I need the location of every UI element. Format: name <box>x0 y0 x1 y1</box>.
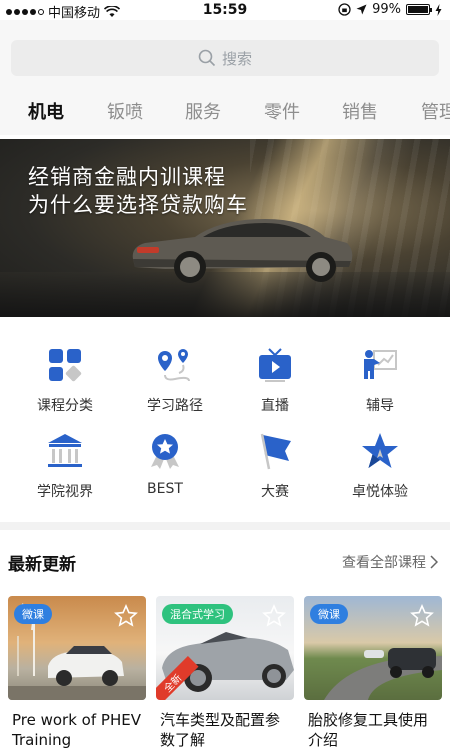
favorite-star-icon[interactable] <box>114 604 138 628</box>
location-icon <box>356 4 367 15</box>
search-bar[interactable]: 搜索 <box>11 40 439 76</box>
feature-label: 辅导 <box>366 398 394 414</box>
feature-competition[interactable]: 大赛 <box>220 431 330 501</box>
tv-icon <box>259 348 291 382</box>
chevron-right-icon <box>430 555 438 569</box>
feature-experience[interactable]: 卓悦体验 <box>325 431 435 501</box>
feature-label: 卓悦体验 <box>352 484 408 500</box>
view-all-courses-link[interactable]: 查看全部课程 <box>342 552 438 572</box>
course-thumbnail: 微课 <box>8 596 146 700</box>
course-thumbnail: 微课 <box>304 596 442 700</box>
course-title: 汽车类型及配置参数了解 <box>160 711 281 749</box>
feature-label: 大赛 <box>261 484 289 500</box>
status-right: 99% <box>338 2 442 17</box>
feature-academy-vision[interactable]: 学院视界 <box>10 431 120 501</box>
flag-icon <box>260 433 291 470</box>
status-bar: 中国移动 15:59 99% <box>0 0 450 21</box>
tab-bodywork[interactable]: 钣喷 <box>107 98 143 124</box>
tab-electromechanical[interactable]: 机电 <box>28 98 64 124</box>
course-type-badge: 微课 <box>14 604 52 624</box>
institute-icon <box>48 434 82 467</box>
feature-label: BEST <box>147 481 183 497</box>
route-icon <box>158 349 190 382</box>
search-placeholder: 搜索 <box>221 49 252 68</box>
tab-parts[interactable]: 零件 <box>264 98 300 124</box>
tab-sales[interactable]: 销售 <box>342 98 378 124</box>
course-type-badge: 混合式学习 <box>162 604 233 624</box>
course-card[interactable]: 微课 胎胶修复工具使用介绍 <box>304 596 442 750</box>
course-title: 胎胶修复工具使用介绍 <box>308 711 429 749</box>
favorite-star-icon[interactable] <box>262 604 286 628</box>
tab-service[interactable]: 服务 <box>185 98 221 124</box>
feature-label: 学习路径 <box>147 398 203 414</box>
course-card[interactable]: 微课 Pre work of PHEV Training <box>8 596 146 750</box>
battery-icon <box>406 4 432 15</box>
section-divider <box>0 522 450 530</box>
feature-label: 学院视界 <box>37 484 93 500</box>
feature-label: 课程分类 <box>37 398 93 414</box>
feature-live[interactable]: 直播 <box>220 345 330 415</box>
mentor-icon <box>364 350 397 379</box>
category-tabs: 机电 钣喷 服务 零件 销售 管理 <box>0 92 450 132</box>
banner-title-line2: 为什么要选择贷款购车 <box>28 193 248 217</box>
medal-icon <box>151 434 179 469</box>
view-all-label: 查看全部课程 <box>342 555 426 571</box>
charging-icon <box>435 3 442 16</box>
feature-coaching[interactable]: 辅导 <box>325 345 435 415</box>
feature-grid: 课程分类 学习路径 直播 辅导 学院视界 BEST 大赛 卓悦体验 <box>0 335 450 515</box>
feature-learning-path[interactable]: 学习路径 <box>120 345 230 415</box>
search-icon <box>198 49 216 67</box>
orientation-lock-icon <box>338 3 351 16</box>
grid-icon <box>49 349 82 382</box>
tab-management[interactable]: 管理 <box>421 98 450 124</box>
feature-course-categories[interactable]: 课程分类 <box>10 345 120 415</box>
course-thumbnail: 混合式学习 全新 <box>156 596 294 700</box>
banner-title-line1: 经销商金融内训课程 <box>28 165 226 189</box>
course-card[interactable]: 混合式学习 全新 汽车类型及配置参数了解 <box>156 596 294 750</box>
battery-percent: 99% <box>372 2 401 17</box>
latest-section-title: 最新更新 <box>8 555 76 575</box>
promo-banner[interactable]: 经销商金融内训课程 为什么要选择贷款购车 <box>0 139 450 317</box>
star-icon <box>362 433 398 468</box>
course-title: Pre work of PHEV Training <box>12 711 141 749</box>
favorite-star-icon[interactable] <box>410 604 434 628</box>
feature-best[interactable]: BEST <box>110 431 220 497</box>
feature-label: 直播 <box>261 398 289 414</box>
course-type-badge: 微课 <box>310 604 348 624</box>
car-image <box>132 219 353 283</box>
